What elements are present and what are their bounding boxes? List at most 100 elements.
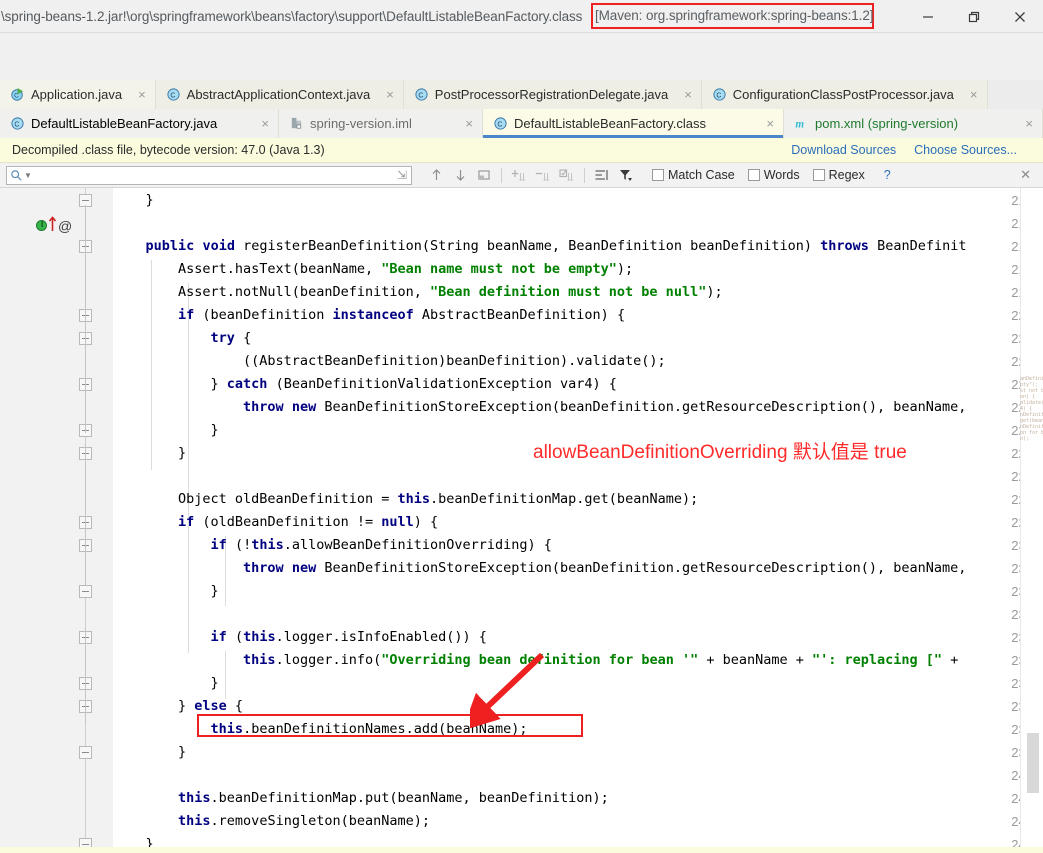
wrap-return-icon[interactable]: ⇲ (397, 168, 407, 182)
tab-defaultlistablebeanfactory-java[interactable]: C DefaultListableBeanFactory.java × (0, 109, 279, 138)
download-sources-link[interactable]: Download Sources (791, 143, 896, 157)
close-find-icon[interactable]: ✕ (1020, 167, 1031, 183)
tab-close-icon[interactable]: × (684, 88, 692, 101)
title-bar: \spring-beans-1.2.jar!\org\springframewo… (0, 0, 1043, 33)
tab-pom-xml-spring-version[interactable]: m pom.xml (spring-version) × (784, 109, 1043, 138)
fold-toggle-line-239[interactable] (79, 746, 92, 759)
tab-label: DefaultListableBeanFactory.java (31, 116, 218, 131)
code-editor[interactable]: 2152162172182192202212222232242252262272… (0, 188, 1043, 853)
code-line-218: Assert.hasText(beanName, "Bean name must… (113, 261, 634, 277)
match-case-checkbox[interactable] (652, 169, 664, 181)
fold-region-bar (85, 306, 86, 401)
tab-abstractapplicationcontext-java[interactable]: C AbstractApplicationContext.java × (155, 80, 404, 109)
remove-occurrence-icon[interactable] (531, 164, 555, 186)
minimap-line: n); (1020, 436, 1030, 442)
choose-sources-link[interactable]: Choose Sources... (914, 143, 1017, 157)
decompiled-notification-banner: Decompiled .class file, bytecode version… (0, 138, 1043, 163)
tab-postprocessorregistrationdelegate-java[interactable]: C PostProcessorRegistrationDelegate.java… (403, 80, 702, 109)
tab-label: ConfigurationClassPostProcessor.java (732, 87, 954, 102)
tab-close-icon[interactable]: × (970, 88, 978, 101)
words-label: Words (763, 168, 800, 182)
match-case-option[interactable]: Match Case (652, 168, 735, 182)
code-line-217: public void registerBeanDefinition(Strin… (145, 238, 967, 254)
code-line-220: if (beanDefinition instanceof AbstractBe… (178, 307, 626, 323)
select-all-icon[interactable] (472, 164, 496, 186)
annotation-at-icon[interactable]: @ (58, 218, 72, 234)
java-class-icon: C (11, 117, 24, 130)
tab-application-java[interactable]: C Application.java × (0, 80, 156, 109)
minimize-button[interactable] (905, 0, 951, 33)
find-toolbar-buttons (424, 164, 638, 186)
editor-tabs-row-2: C DefaultListableBeanFactory.java × spri… (0, 109, 1043, 138)
regex-help-icon[interactable]: ? (884, 168, 891, 182)
close-button[interactable] (997, 0, 1043, 33)
fold-region-bar (85, 628, 86, 723)
code-line-225: } (113, 422, 219, 438)
svg-text:C: C (497, 121, 502, 128)
ide-window: \spring-beans-1.2.jar!\org\springframewo… (0, 0, 1043, 853)
tab-close-icon[interactable]: × (138, 88, 146, 101)
line-number-gutter (0, 188, 75, 853)
tab-close-icon[interactable]: × (766, 117, 774, 130)
tab-configurationclasspostprocessor-java[interactable]: C ConfigurationClassPostProcessor.java × (701, 80, 988, 109)
tab-spring-version-iml[interactable]: spring-version.iml × (279, 109, 483, 138)
code-line-215: } (113, 192, 154, 208)
match-case-label: Match Case (668, 168, 735, 182)
words-option[interactable]: Words (747, 168, 800, 182)
tab-close-icon[interactable]: × (1025, 117, 1033, 130)
override-arrow-icon[interactable] (48, 216, 57, 232)
code-text-area[interactable]: } public void registerBeanDefinition(Str… (113, 188, 1020, 853)
filter-lines-icon[interactable] (590, 164, 614, 186)
code-line-242: this.removeSingleton(beanName); (178, 813, 430, 829)
maven-m-icon: m (795, 119, 804, 131)
arrow-up-icon[interactable] (424, 164, 448, 186)
search-input[interactable] (34, 168, 397, 182)
window-title-path: \spring-beans-1.2.jar!\org\springframewo… (1, 8, 583, 24)
arrow-down-icon[interactable] (448, 164, 472, 186)
regex-label: Regex (828, 168, 865, 182)
tab-label: Application.java (31, 87, 123, 102)
add-occurrence-icon[interactable] (507, 164, 531, 186)
java-class-icon: C (494, 117, 507, 130)
vertical-scrollbar-thumb[interactable] (1027, 733, 1039, 793)
code-line-241: this.beanDefinitionMap.put(beanName, bea… (178, 790, 609, 806)
code-line-232: } (113, 583, 219, 599)
banner-links: Download Sources Choose Sources... (791, 143, 1017, 157)
funnel-filter-icon[interactable] (614, 164, 638, 186)
code-line-219: Assert.notNull(beanDefinition, "Bean def… (113, 284, 723, 300)
code-line-223: } catch (BeanDefinitionValidationExcepti… (113, 376, 617, 392)
fold-toggle-line-232[interactable] (79, 585, 92, 598)
code-line-226: } (113, 445, 187, 461)
code-line-239: } (113, 744, 187, 760)
search-history-chevron-down-icon[interactable]: ▼ (24, 171, 32, 180)
tab-close-icon[interactable]: × (465, 117, 473, 130)
tab-label: PostProcessorRegistrationDelegate.java (434, 87, 669, 102)
java-class-icon: C (415, 88, 428, 101)
iml-module-icon (291, 117, 302, 129)
tab-close-icon[interactable]: × (386, 88, 394, 101)
editor-tabs-row-1: C Application.java × C AbstractApplicati… (0, 80, 1043, 109)
code-line-228: Object oldBeanDefinition = this.beanDefi… (113, 491, 699, 507)
svg-text:C: C (418, 92, 423, 99)
svg-text:m: m (795, 119, 804, 131)
regex-option[interactable]: Regex (812, 168, 865, 182)
code-line-221: try { (210, 330, 252, 346)
select-occurrences-icon[interactable] (555, 164, 579, 186)
tab-close-icon[interactable]: × (261, 117, 269, 130)
code-line-234: if (this.logger.isInfoEnabled()) { (210, 629, 487, 645)
svg-text:C: C (170, 92, 175, 99)
maximize-button[interactable] (951, 0, 997, 33)
code-line-222: ((AbstractBeanDefinition)beanDefinition)… (113, 353, 666, 369)
code-line-230: if (!this.allowBeanDefinitionOverriding)… (210, 537, 552, 553)
annotation-note-text: allowBeanDefinitionOverriding 默认值是 true (533, 442, 907, 463)
toolbar-empty-area (0, 33, 1043, 80)
regex-checkbox[interactable] (812, 169, 825, 181)
search-input-wrapper[interactable]: ▼ ⇲ (6, 165, 412, 185)
search-magnifier-icon (11, 169, 22, 181)
tab-label: spring-version.iml (310, 116, 412, 131)
code-line-236: } (113, 675, 219, 691)
java-class-icon: C (167, 88, 180, 101)
tab-defaultlistablebeanfactory-class[interactable]: C DefaultListableBeanFactory.class × (483, 109, 784, 138)
implemented-method-green-icon[interactable] (36, 220, 47, 231)
words-checkbox[interactable] (747, 169, 760, 181)
